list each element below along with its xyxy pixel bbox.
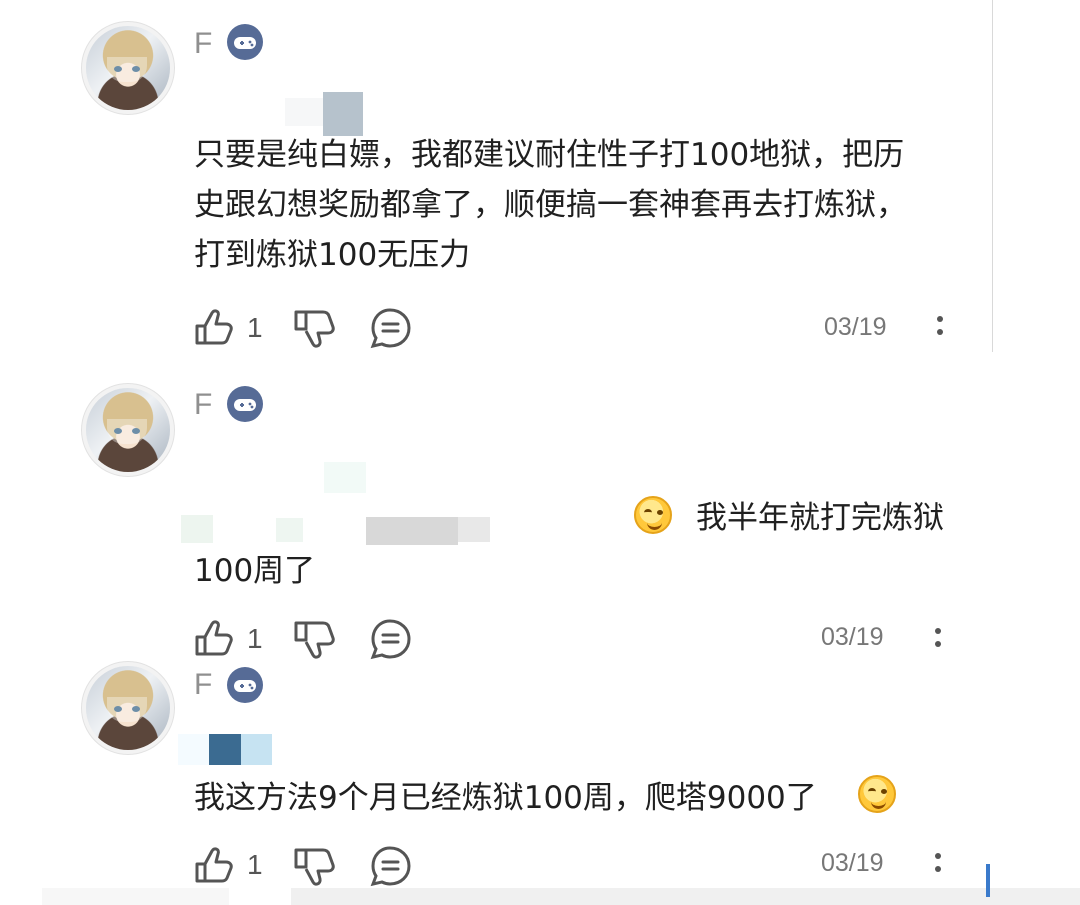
avatar[interactable] <box>86 388 170 472</box>
cropped-bottom-content <box>42 888 1080 905</box>
game-controller-icon <box>227 386 263 422</box>
comment-bubble-icon[interactable] <box>368 844 414 888</box>
like-count: 1 <box>247 849 263 880</box>
blurred-area <box>209 734 241 765</box>
thumb-up-icon[interactable] <box>192 306 236 348</box>
like-count: 1 <box>247 312 263 343</box>
blurred-area <box>366 517 458 545</box>
comment-text: 我这方法9个月已经炼狱100周，爬塔9000了 <box>194 780 817 816</box>
blurred-area <box>181 515 213 543</box>
smirk-emoji-icon <box>634 496 672 534</box>
blurred-area <box>276 518 303 542</box>
blurred-area <box>324 462 366 493</box>
thumb-down-icon[interactable] <box>290 845 338 887</box>
scroll-indicator[interactable] <box>986 864 990 897</box>
blurred-area <box>458 517 490 542</box>
blurred-area <box>241 734 272 765</box>
blurred-area <box>178 734 209 765</box>
thumb-down-icon[interactable] <box>290 618 338 660</box>
more-vertical-icon[interactable] <box>934 853 942 881</box>
avatar[interactable] <box>86 26 170 110</box>
game-controller-icon <box>227 24 263 60</box>
more-vertical-icon[interactable] <box>934 628 942 656</box>
like-count: 1 <box>247 623 263 654</box>
comment-text: 只要是纯白嫖，我都建议耐住性子打100地狱，把历 史跟幻想奖励都拿了，顺便搞一套… <box>194 137 907 273</box>
comment-bubble-icon[interactable] <box>368 617 414 661</box>
blurred-area <box>285 98 323 126</box>
smirk-emoji-icon <box>858 775 896 813</box>
username[interactable]: F <box>194 27 212 61</box>
comment-text: 我半年就打完炼狱 <box>696 500 944 536</box>
avatar[interactable] <box>86 666 170 750</box>
comment-date: 03/19 <box>824 313 887 341</box>
comment-date: 03/19 <box>821 849 884 877</box>
more-vertical-icon[interactable] <box>936 316 944 344</box>
comment-date: 03/19 <box>821 623 884 651</box>
username[interactable]: F <box>194 668 212 702</box>
thumb-up-icon[interactable] <box>192 844 236 886</box>
thumb-up-icon[interactable] <box>192 617 236 659</box>
comment-bubble-icon[interactable] <box>368 306 414 350</box>
username[interactable]: F <box>194 388 212 422</box>
game-controller-icon <box>227 667 263 703</box>
thumb-down-icon[interactable] <box>290 307 338 349</box>
comment-text: 100周了 <box>194 553 316 589</box>
